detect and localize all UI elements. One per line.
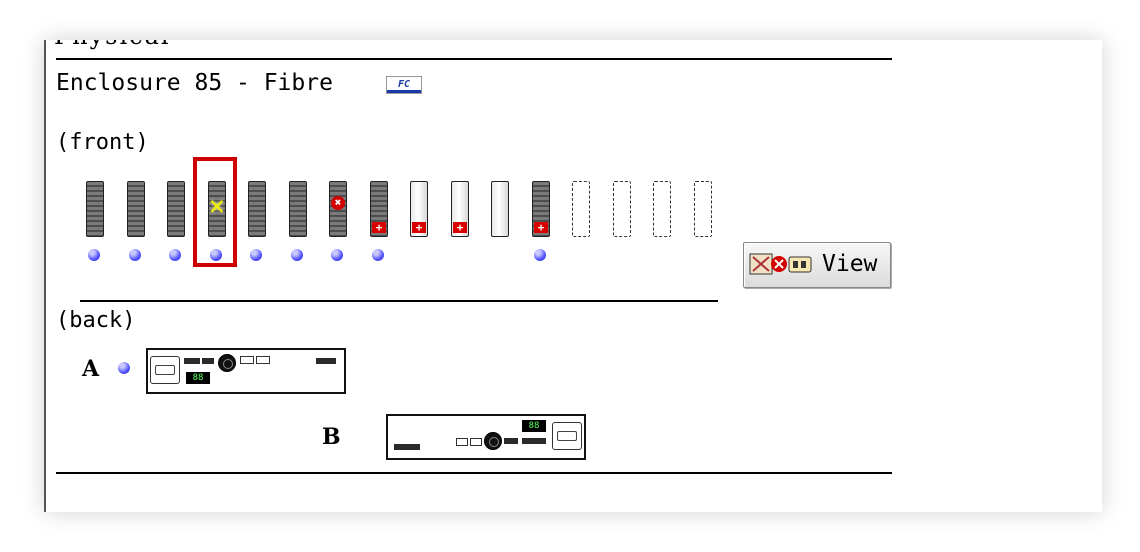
- failed-icon: ✖: [331, 196, 345, 210]
- drive-led-1: [88, 249, 100, 261]
- enclosure-panel: Physical Enclosure 85 - Fibre FC (front)…: [44, 40, 1102, 512]
- port-icon: [184, 358, 200, 364]
- drive-bay-16[interactable]: [694, 181, 712, 237]
- drive-led-3: [169, 249, 181, 261]
- port-icon: [202, 358, 214, 364]
- drive-bay-9[interactable]: +: [410, 181, 428, 237]
- hotspare-icon: +: [372, 222, 386, 233]
- drive-led-2: [129, 249, 141, 261]
- hotspare-icon: +: [453, 222, 467, 233]
- hotspare-icon: +: [412, 222, 426, 233]
- canister-a[interactable]: 88: [146, 348, 346, 394]
- sfp-port-icon: [256, 356, 270, 364]
- drive-led-5: [250, 249, 262, 261]
- selected-drive-highlight: [193, 157, 237, 267]
- hotspare-icon: +: [534, 222, 548, 233]
- top-divider: [56, 58, 892, 60]
- psu-icon: [552, 422, 582, 450]
- port-icon: [504, 438, 518, 444]
- drive-bay-8[interactable]: +: [370, 181, 388, 237]
- digit-display: 88: [522, 420, 546, 432]
- drive-bay-14[interactable]: [613, 181, 631, 237]
- view-button[interactable]: View: [743, 242, 891, 288]
- drive-bay-7[interactable]: ✖: [329, 181, 347, 237]
- drive-bay-15[interactable]: [653, 181, 671, 237]
- enclosure-title: Enclosure 85 - Fibre: [56, 70, 333, 96]
- view-button-label: View: [822, 251, 878, 277]
- bottom-divider: [56, 472, 892, 474]
- canister-b[interactable]: 88: [386, 414, 586, 460]
- drive-bay-1[interactable]: [86, 181, 104, 237]
- drive-led-6: [291, 249, 303, 261]
- sfp-port-icon: [470, 438, 482, 446]
- drive-led-8: [372, 249, 384, 261]
- sfp-port-icon: [240, 356, 254, 364]
- drive-bay-6[interactable]: [289, 181, 307, 237]
- digit-display: 88: [186, 372, 210, 384]
- canister-b-letter: B: [322, 424, 341, 450]
- port-icon: [316, 358, 336, 364]
- drive-bay-11[interactable]: [491, 181, 509, 237]
- panel-heading-clipped: Physical: [54, 40, 171, 50]
- drive-bay-10[interactable]: +: [451, 181, 469, 237]
- port-icon: [522, 438, 546, 444]
- drive-bay-2[interactable]: [127, 181, 145, 237]
- canister-a-led: [118, 362, 130, 374]
- canister-a-letter: A: [82, 356, 100, 382]
- drive-bay-12[interactable]: +: [532, 181, 550, 237]
- drive-bay-5[interactable]: [248, 181, 266, 237]
- sfp-port-icon: [456, 438, 468, 446]
- drive-led-7: [331, 249, 343, 261]
- front-label: (front): [56, 130, 149, 155]
- fc-badge-icon[interactable]: FC: [386, 76, 422, 94]
- drive-led-12: [534, 249, 546, 261]
- psu-icon: [150, 356, 180, 384]
- drive-bay-3[interactable]: [167, 181, 185, 237]
- port-icon: [394, 444, 420, 450]
- fan-icon: [218, 354, 236, 372]
- fan-icon: [484, 432, 502, 450]
- fan-failed-controller-icon: [749, 253, 812, 275]
- drive-bay-13[interactable]: [572, 181, 590, 237]
- back-label: (back): [56, 308, 136, 333]
- mid-divider: [80, 300, 718, 302]
